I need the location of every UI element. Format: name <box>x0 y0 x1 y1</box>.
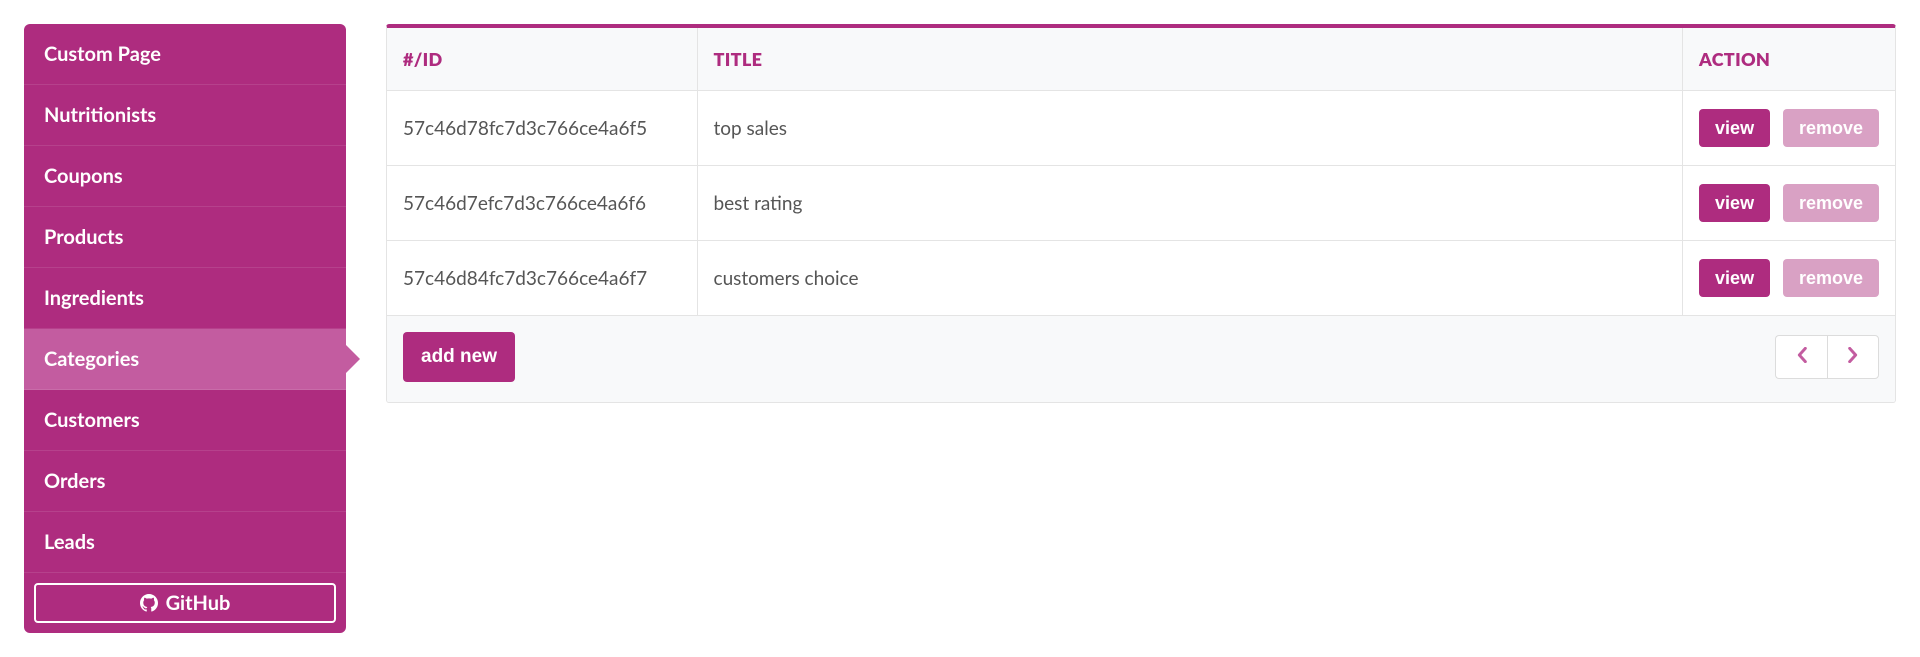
sidebar-item-orders[interactable]: Orders <box>24 451 346 512</box>
sidebar-item-label: Categories <box>44 347 139 371</box>
remove-button[interactable]: remove <box>1783 184 1879 222</box>
view-button[interactable]: view <box>1699 259 1770 297</box>
sidebar-item-label: Coupons <box>44 164 123 188</box>
sidebar-item-label: Products <box>44 225 123 249</box>
categories-table: #/ID TITLE ACTION 57c46d78fc7d3c766ce4a6… <box>387 28 1895 316</box>
view-button[interactable]: view <box>1699 184 1770 222</box>
cell-id: 57c46d84fc7d3c766ce4a6f7 <box>387 241 697 316</box>
sidebar-nav: Custom Page Nutritionists Coupons Produc… <box>24 24 346 633</box>
github-icon <box>140 594 158 612</box>
sidebar-item-label: Ingredients <box>44 286 144 310</box>
table-header-row: #/ID TITLE ACTION <box>387 28 1895 91</box>
col-header-id: #/ID <box>387 28 697 91</box>
github-label: GitHub <box>166 591 231 615</box>
sidebar-item-nutritionists[interactable]: Nutritionists <box>24 85 346 146</box>
table-row: 57c46d7efc7d3c766ce4a6f6 best rating vie… <box>387 166 1895 241</box>
sidebar-item-coupons[interactable]: Coupons <box>24 146 346 207</box>
cell-action: view remove <box>1683 166 1895 241</box>
sidebar-item-label: Leads <box>44 530 95 554</box>
col-header-title: TITLE <box>697 28 1683 91</box>
sidebar-item-ingredients[interactable]: Ingredients <box>24 268 346 329</box>
categories-panel: #/ID TITLE ACTION 57c46d78fc7d3c766ce4a6… <box>386 24 1896 403</box>
cell-id: 57c46d78fc7d3c766ce4a6f5 <box>387 91 697 166</box>
table-row: 57c46d84fc7d3c766ce4a6f7 customers choic… <box>387 241 1895 316</box>
view-button[interactable]: view <box>1699 109 1770 147</box>
add-new-button[interactable]: add new <box>403 332 515 382</box>
remove-button[interactable]: remove <box>1783 259 1879 297</box>
cell-action: view remove <box>1683 91 1895 166</box>
sidebar-item-customers[interactable]: Customers <box>24 390 346 451</box>
cell-action: view remove <box>1683 241 1895 316</box>
col-header-action: ACTION <box>1683 28 1895 91</box>
cell-title: best rating <box>697 166 1683 241</box>
sidebar-item-label: Orders <box>44 469 105 493</box>
sidebar-item-label: Customers <box>44 408 140 432</box>
pager-prev-button[interactable] <box>1775 335 1827 379</box>
table-row: 57c46d78fc7d3c766ce4a6f5 top sales view … <box>387 91 1895 166</box>
pager <box>1775 335 1879 379</box>
chevron-right-icon <box>1847 346 1859 369</box>
cell-title: customers choice <box>697 241 1683 316</box>
sidebar-item-categories[interactable]: Categories <box>24 329 346 390</box>
sidebar-item-products[interactable]: Products <box>24 207 346 268</box>
cell-id: 57c46d7efc7d3c766ce4a6f6 <box>387 166 697 241</box>
github-link[interactable]: GitHub <box>34 583 336 623</box>
cell-title: top sales <box>697 91 1683 166</box>
sidebar-item-label: Custom Page <box>44 42 161 66</box>
panel-footer: add new <box>387 316 1895 402</box>
remove-button[interactable]: remove <box>1783 109 1879 147</box>
sidebar-item-custom-page[interactable]: Custom Page <box>24 24 346 85</box>
pager-next-button[interactable] <box>1827 335 1879 379</box>
sidebar-item-leads[interactable]: Leads <box>24 512 346 573</box>
chevron-left-icon <box>1796 346 1808 369</box>
sidebar-item-label: Nutritionists <box>44 103 156 127</box>
